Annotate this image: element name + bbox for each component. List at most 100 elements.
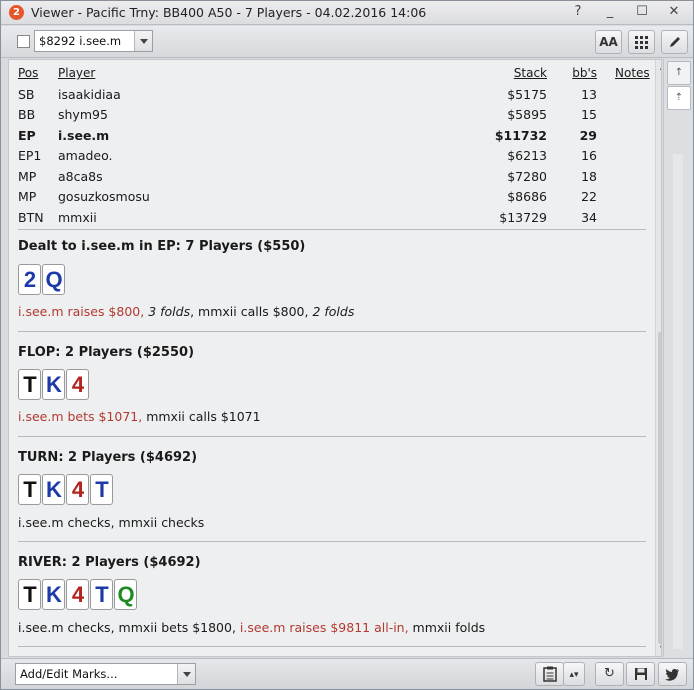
col-header-stack[interactable]: Stack [514,66,547,80]
card: Q [114,579,137,610]
app-logo-icon: 2 [9,5,24,20]
table-row[interactable]: EP1 amadeo. $6213 16 [18,146,646,167]
player-stack: $5175 [507,86,547,102]
scrollbar-thumb[interactable] [658,332,661,644]
card: T [90,474,113,505]
marks-select[interactable]: Add/Edit Marks... [15,663,196,685]
river-action: i.see.m checks, mmxii bets $1800, i.see.… [18,620,485,635]
player-name: i.see.m [58,127,110,143]
font-size-button[interactable]: AA [595,30,622,54]
turn-cards: T K 4 T [18,474,113,505]
card: T [90,579,113,610]
refresh-button[interactable]: ↻ [595,662,624,686]
clipboard-options-button[interactable]: ▴▾ [563,662,585,686]
window-title: Viewer - Pacific Trny: BB400 A50 - 7 Pla… [31,5,427,20]
scroll-up-arrow-icon[interactable]: ▲ [657,62,661,74]
card: 2 [18,264,41,295]
player-pos: MP [18,168,37,184]
player-name: amadeo. [58,148,113,163]
card: T [18,579,41,610]
player-pos: BB [18,107,36,122]
grid-icon [635,36,648,49]
side-panel: ↑ ⇡ [663,59,693,657]
col-header-notes[interactable]: Notes [615,66,650,80]
hand-select-value: $8292 i.see.m [39,34,122,48]
col-header-pos[interactable]: Pos [18,66,38,80]
table-row[interactable]: MP a8ca8s $7280 18 [18,167,646,188]
river-title: RIVER: 2 Players ($4692) [18,555,201,570]
up-down-arrows-icon: ▴▾ [569,670,579,680]
player-name: isaakidiaa [58,86,121,102]
player-name: shym95 [58,107,108,122]
player-bbs: 13 [581,86,597,102]
chevron-down-icon[interactable] [177,664,195,684]
save-button[interactable] [626,662,655,686]
player-pos: EP1 [18,148,42,163]
table-row[interactable]: BB shym95 $5895 15 [18,105,646,126]
player-bbs: 18 [581,168,597,184]
player-pos: SB [18,86,35,102]
preflop-cards: 2 Q [18,264,65,295]
minimize-button[interactable]: _ [599,3,621,21]
player-bbs: 29 [579,127,597,143]
player-stack: $6213 [507,148,547,163]
player-name: mmxii [58,209,97,225]
hero-action: i.see.m raises $800, [18,304,145,319]
villain-action: mmxii folds [408,620,486,635]
clipboard-icon [542,666,557,682]
chevron-down-icon[interactable] [134,31,152,51]
pin-icon: ↑ [674,67,684,78]
side-panel-scrollbar[interactable] [673,154,683,649]
table-row[interactable]: SB isaakidiaa $5175 13 [18,85,646,106]
card: K [42,474,65,505]
players-table-header: Pos Player Stack bb's Notes [18,64,650,85]
title-bar[interactable]: 2 Viewer - Pacific Trny: BB400 A50 - 7 P… [1,1,693,25]
player-name: gosuzkosmosu [58,189,150,204]
twitter-share-button[interactable] [658,662,687,686]
player-pos: EP [18,127,36,143]
card: T [18,369,41,400]
table-row-hero[interactable]: EP i.see.m $11732 29 [18,126,646,147]
card: Q [42,264,65,295]
col-header-player[interactable]: Player [58,66,95,80]
hand-checkbox[interactable] [17,35,30,48]
hand-select[interactable]: $8292 i.see.m [34,30,153,52]
bottom-bar: Add/Edit Marks... ▴▾ ↻ [1,658,693,689]
help-button[interactable]: ? [567,3,589,21]
section-divider [18,541,646,542]
layout-grid-button[interactable] [628,30,655,54]
folds-text: 3 folds [148,304,191,319]
section-divider [18,229,646,230]
toolbar: $8292 i.see.m AA [1,26,693,58]
col-header-bbs[interactable]: bb's [572,66,597,80]
close-button[interactable]: ✕ [663,3,685,21]
hand-history-panel: Pos Player Stack bb's Notes SB isaakidia… [8,59,662,657]
river-cards: T K 4 T Q [18,579,137,610]
side-tab-1[interactable]: ↑ [667,61,691,85]
edit-button[interactable] [661,30,688,54]
player-stack: $5895 [507,107,547,122]
players-table: Pos Player Stack bb's Notes SB isaakidia… [18,64,650,229]
table-row[interactable]: MP gosuzkosmosu $8686 22 [18,187,646,208]
turn-title: TURN: 2 Players ($4692) [18,450,198,465]
scroll-down-arrow-icon[interactable]: ▼ [657,644,661,656]
twitter-bird-icon [665,668,679,681]
table-row[interactable]: BTN mmxii $13729 34 [18,208,646,229]
player-pos: BTN [18,209,44,225]
pin-icon: ⇡ [674,92,684,103]
clipboard-button[interactable] [535,662,564,686]
floppy-disk-icon [634,668,647,680]
side-tab-2[interactable]: ⇡ [667,86,691,110]
villain-action: , mmxii calls $800, [190,304,313,319]
font-size-label: AA [599,35,618,49]
viewer-window: 2 Viewer - Pacific Trny: BB400 A50 - 7 P… [0,0,694,690]
vertical-scrollbar[interactable]: ▲ ▼ [655,60,661,656]
refresh-icon: ↻ [604,666,615,681]
player-bbs: 34 [581,209,597,225]
maximize-button[interactable]: ☐ [631,3,653,21]
flop-action: i.see.m bets $1071, mmxii calls $1071 [18,409,261,424]
player-bbs: 15 [581,107,597,122]
marks-select-value: Add/Edit Marks... [20,667,118,681]
player-bbs: 16 [581,148,597,163]
card: K [42,579,65,610]
